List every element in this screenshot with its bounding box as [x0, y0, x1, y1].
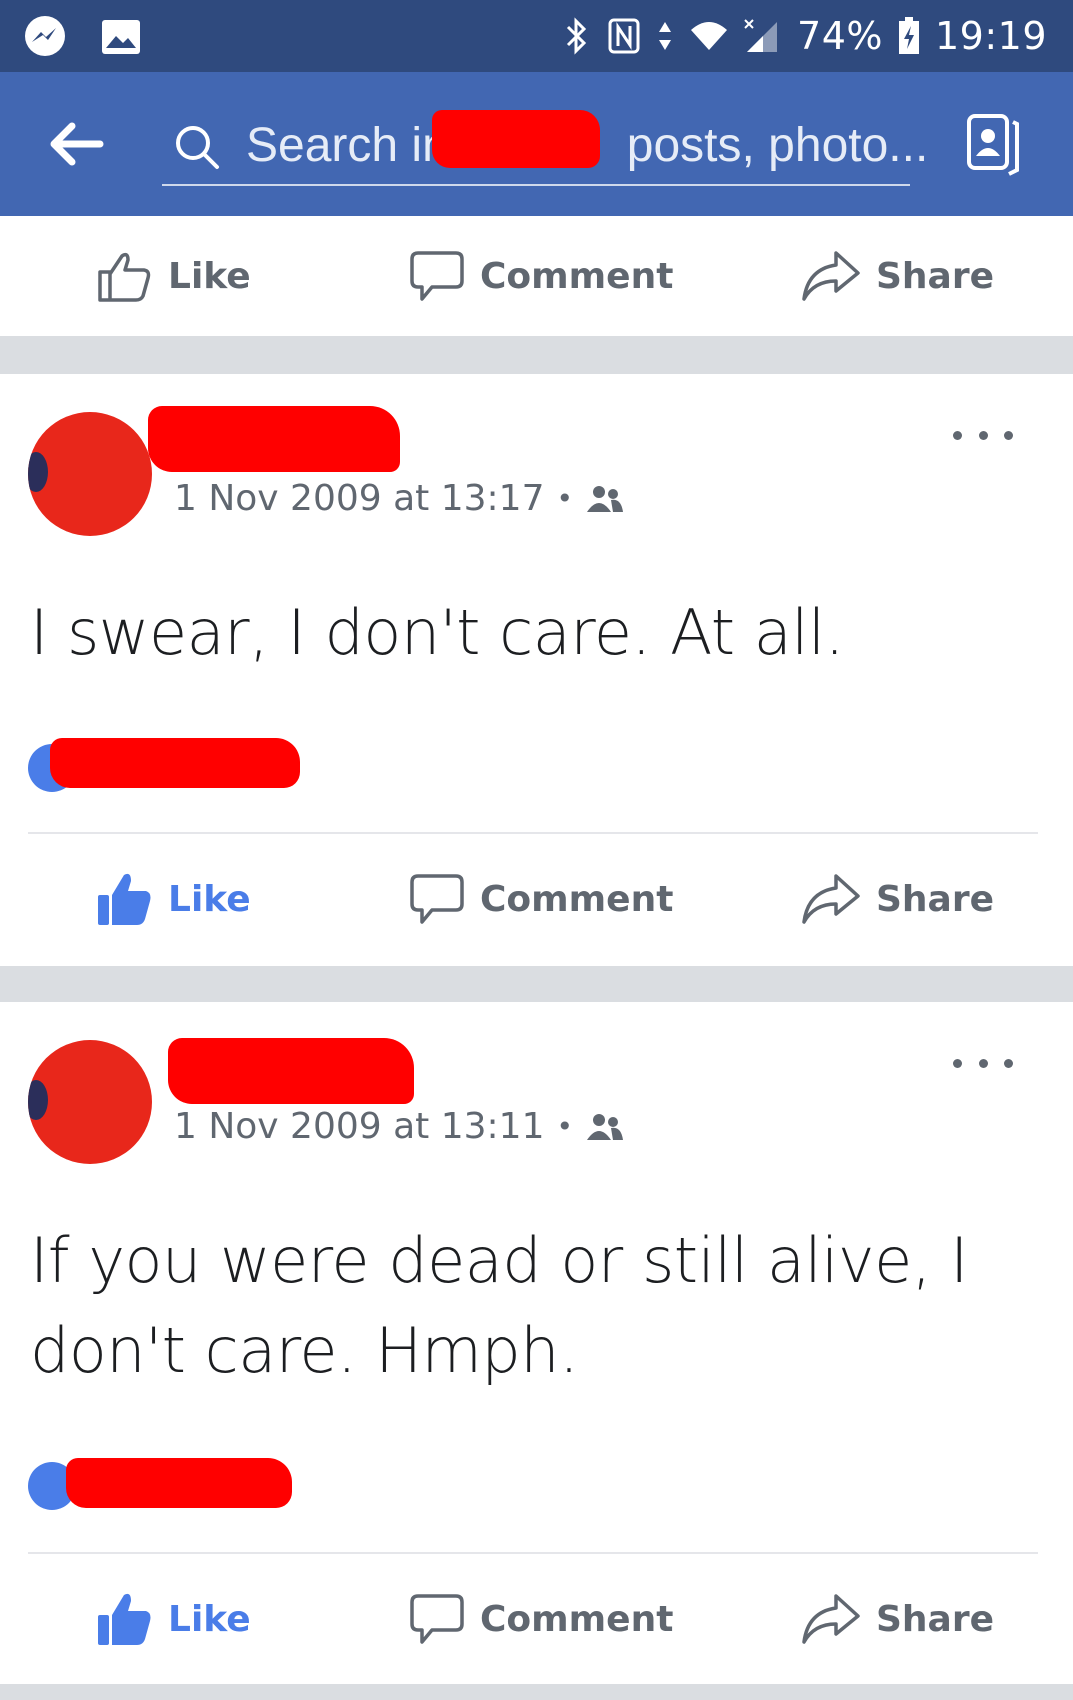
comment-bubble-icon — [410, 874, 464, 924]
share-button[interactable]: Share — [800, 1554, 994, 1684]
signal-icon — [744, 19, 778, 52]
like-button[interactable]: Like — [94, 216, 251, 336]
status-bar: 74% 19:19 — [0, 0, 1073, 72]
clock: 19:19 — [934, 14, 1047, 58]
previous-post-actions: Like Comment Share — [0, 216, 1073, 336]
timestamp-text: 1 Nov 2009 at 13:11 — [174, 1106, 545, 1147]
like-label: Like — [168, 255, 251, 297]
separator-dot: • — [556, 482, 573, 515]
comment-label: Comment — [480, 255, 674, 297]
more-options-icon[interactable] — [953, 1048, 1013, 1078]
search-text-end: posts, photo... — [626, 119, 929, 172]
post-card: 1 Nov 2009 at 13:11 • If you were dead o… — [0, 1002, 1073, 1684]
nfc-icon — [608, 18, 640, 54]
data-arrows-icon — [659, 22, 672, 50]
avatar[interactable] — [28, 1040, 152, 1164]
like-label: Like — [168, 878, 251, 920]
comment-button[interactable]: Comment — [408, 216, 673, 336]
friends-audience-icon — [587, 1113, 623, 1140]
post-timestamp[interactable]: 1 Nov 2009 at 13:11 • — [174, 1106, 625, 1147]
comment-button[interactable]: Comment — [408, 834, 673, 964]
post-timestamp[interactable]: 1 Nov 2009 at 13:17 • — [174, 478, 625, 519]
thumbs-up-outline-icon — [98, 252, 151, 302]
post-text: If you were dead or still alive, I don't… — [30, 1224, 968, 1387]
share-button[interactable]: Share — [800, 834, 994, 964]
battery-percent: 74% — [797, 14, 883, 58]
comment-bubble-icon — [410, 1594, 464, 1644]
post-text: I swear, I don't care. At all. — [30, 596, 844, 669]
share-arrow-icon — [802, 1594, 860, 1644]
like-button[interactable]: Like — [94, 834, 251, 964]
search-icon — [176, 126, 219, 169]
reactions-redaction — [50, 738, 300, 788]
share-arrow-icon — [802, 251, 860, 301]
separator-dot: • — [556, 1110, 573, 1143]
more-options-icon[interactable] — [953, 420, 1013, 450]
thumbs-up-filled-icon — [98, 873, 151, 925]
battery-charging-icon — [898, 17, 919, 54]
timestamp-text: 1 Nov 2009 at 13:17 — [174, 478, 545, 519]
comment-bubble-icon — [410, 251, 464, 301]
gallery-icon — [102, 20, 140, 54]
back-arrow-icon[interactable] — [44, 114, 108, 174]
thumbs-up-filled-icon — [98, 1593, 151, 1645]
comment-button[interactable]: Comment — [408, 1554, 673, 1684]
reactions-redaction — [66, 1458, 292, 1508]
share-button[interactable]: Share — [800, 216, 994, 336]
author-name-redaction — [168, 1038, 414, 1104]
avatar[interactable] — [28, 412, 152, 536]
bluetooth-icon — [566, 17, 587, 55]
search-redaction — [432, 110, 600, 168]
share-arrow-icon — [802, 874, 860, 924]
author-name-redaction — [148, 406, 400, 472]
messenger-icon — [25, 16, 65, 56]
like-button[interactable]: Like — [94, 1554, 251, 1684]
share-label: Share — [876, 255, 995, 297]
friends-audience-icon — [587, 485, 623, 512]
comment-label: Comment — [480, 1598, 674, 1640]
wifi-icon — [691, 22, 728, 50]
share-label: Share — [876, 1598, 995, 1640]
share-label: Share — [876, 878, 995, 920]
search-text-start: Search in — [246, 119, 449, 172]
comment-label: Comment — [480, 878, 674, 920]
like-label: Like — [168, 1598, 251, 1640]
post-card: 1 Nov 2009 at 13:17 • I swear, I don't c… — [0, 374, 1073, 966]
contact-card-icon[interactable] — [963, 110, 1023, 178]
